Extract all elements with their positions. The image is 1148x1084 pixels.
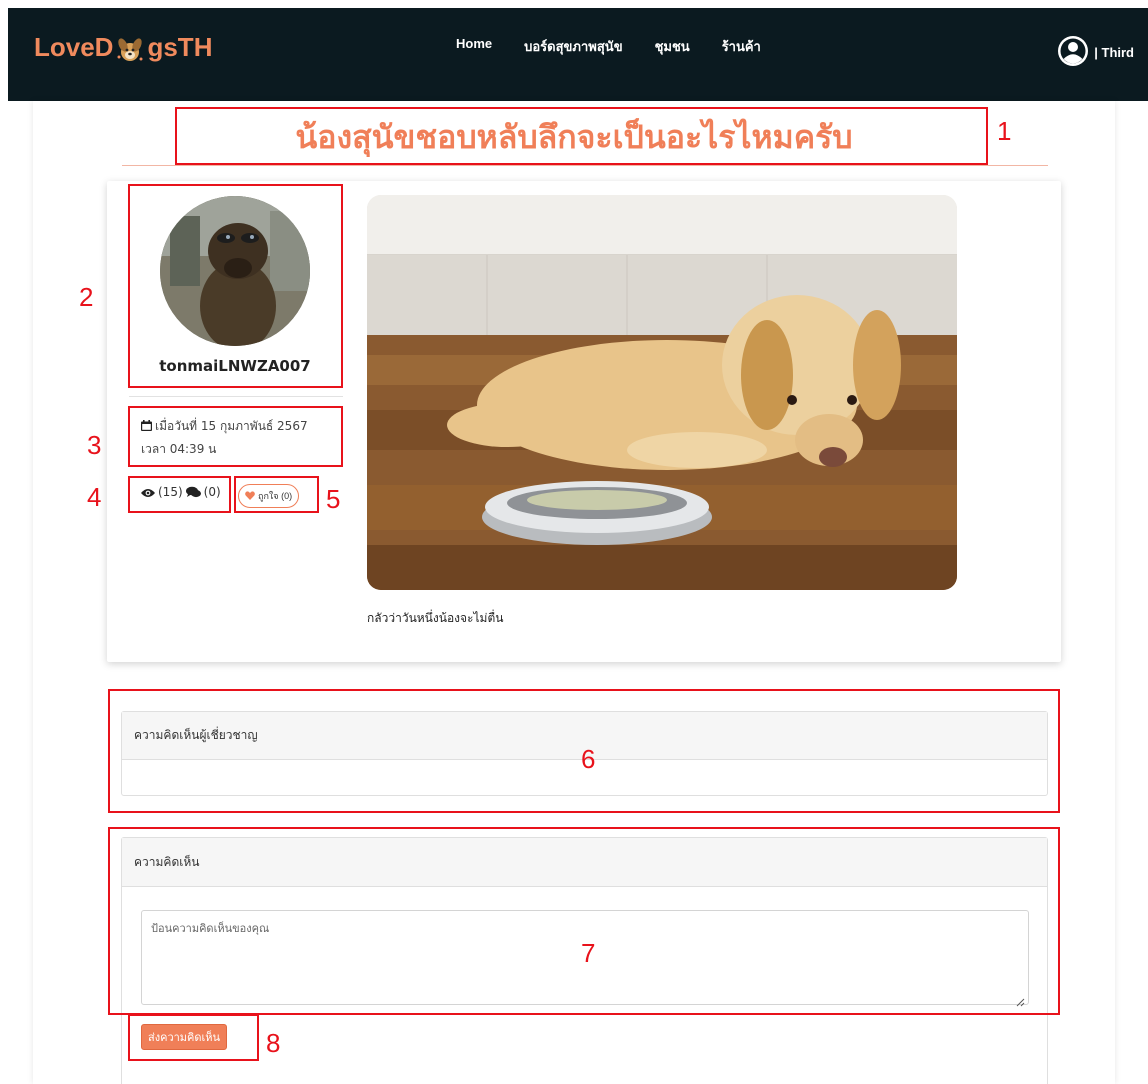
brand-text-end: gsTH bbox=[147, 32, 213, 62]
annotation-box-7 bbox=[108, 827, 1060, 1015]
top-navbar: LoveD gsTH Home บอร์ดสุขภาพสุนัข ชุมชน ร… bbox=[8, 8, 1148, 101]
annotation-number-7: 7 bbox=[581, 938, 596, 968]
brand-text-start: LoveD bbox=[34, 32, 114, 62]
annotation-box-1 bbox=[175, 107, 988, 165]
annotation-number-1: 1 bbox=[997, 116, 1012, 146]
title-divider bbox=[122, 165, 1048, 166]
nav-health-board[interactable]: บอร์ดสุขภาพสุนัข bbox=[524, 36, 622, 57]
annotation-box-3 bbox=[128, 406, 343, 467]
annotation-number-5: 5 bbox=[326, 484, 341, 514]
annotation-box-5 bbox=[234, 476, 319, 513]
nav-community[interactable]: ชุมชน bbox=[655, 36, 690, 57]
nav-links: Home บอร์ดสุขภาพสุนัข ชุมชน ร้านค้า bbox=[456, 36, 761, 57]
user-avatar-icon bbox=[1056, 34, 1090, 71]
page: LoveD gsTH Home บอร์ดสุขภาพสุนัข ชุมชน ร… bbox=[0, 0, 1148, 1084]
annotation-box-4 bbox=[128, 476, 231, 513]
brand-logo[interactable]: LoveD gsTH bbox=[34, 32, 212, 63]
sidebar-divider bbox=[129, 396, 343, 397]
nav-home[interactable]: Home bbox=[456, 36, 492, 57]
dog-logo-icon bbox=[115, 35, 145, 61]
post-caption: กลัวว่าวันหนึ่งน้องจะไม่ตื่น bbox=[367, 611, 504, 625]
annotation-number-3: 3 bbox=[87, 430, 102, 460]
annotation-box-2 bbox=[128, 184, 343, 388]
annotation-number-6: 6 bbox=[581, 744, 596, 774]
annotation-number-4: 4 bbox=[87, 482, 102, 512]
post-image bbox=[367, 195, 957, 590]
annotation-number-8: 8 bbox=[266, 1028, 281, 1058]
annotation-number-2: 2 bbox=[79, 282, 94, 312]
nav-shop[interactable]: ร้านค้า bbox=[722, 36, 761, 57]
user-name: | Third bbox=[1094, 45, 1134, 60]
annotation-box-8 bbox=[128, 1014, 259, 1061]
user-menu[interactable]: | Third bbox=[1056, 34, 1134, 71]
